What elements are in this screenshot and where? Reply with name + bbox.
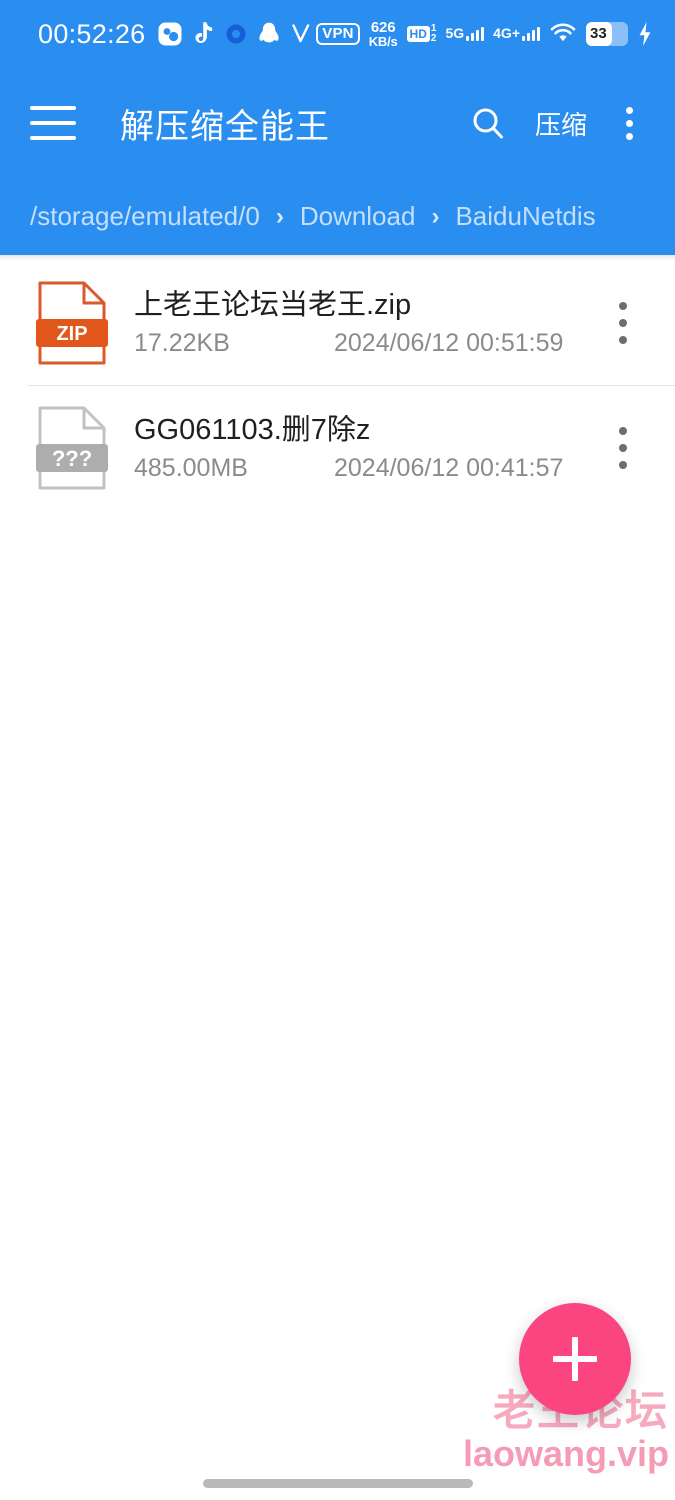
file-size: 17.22KB bbox=[134, 329, 230, 358]
network-speed-indicator: 626 KB/s bbox=[368, 18, 398, 50]
sim1-signal-indicator: 5G bbox=[445, 25, 485, 42]
file-date: 2024/06/12 00:41:57 bbox=[334, 454, 564, 483]
blue-dot-icon bbox=[226, 24, 245, 44]
file-info: 上老王论坛当老王.zip 17.22KB 2024/06/12 00:51:59 bbox=[134, 290, 595, 357]
page-title: 解压缩全能王 bbox=[120, 107, 330, 146]
hamburger-menu-icon[interactable] bbox=[30, 106, 76, 140]
lightning-bolt-icon bbox=[639, 21, 651, 46]
add-button[interactable] bbox=[519, 1303, 631, 1415]
file-meta: 17.22KB 2024/06/12 00:51:59 bbox=[134, 329, 595, 358]
breadcrumb-item-root[interactable]: /storage/emulated/0 bbox=[30, 201, 260, 232]
hd-denominator: 2 bbox=[430, 32, 437, 44]
file-meta: 485.00MB 2024/06/12 00:41:57 bbox=[134, 454, 595, 483]
sim2-signal-bars bbox=[522, 27, 540, 42]
app-screen: 00:52:26 VPN 626 KB/s HD 1 2 5G 4G+ 33 解… bbox=[0, 0, 675, 1500]
status-bar-left: 00:52:26 bbox=[38, 18, 311, 49]
table-row[interactable]: ??? GG061103.删7除z 485.00MB 2024/06/12 00… bbox=[0, 386, 675, 510]
network-speed-unit: KB/s bbox=[368, 34, 398, 50]
zip-file-icon: ZIP bbox=[36, 281, 108, 365]
svg-text:???: ??? bbox=[52, 446, 92, 471]
file-info: GG061103.删7除z 485.00MB 2024/06/12 00:41:… bbox=[134, 415, 595, 482]
table-row[interactable]: ZIP 上老王论坛当老王.zip 17.22KB 2024/06/12 00:5… bbox=[0, 261, 675, 385]
breadcrumb-item-download[interactable]: Download bbox=[300, 201, 416, 232]
row-overflow-icon[interactable] bbox=[595, 281, 651, 365]
breadcrumb-separator: › bbox=[431, 202, 440, 230]
battery-indicator: 33 bbox=[586, 21, 628, 46]
qq-penguin-icon bbox=[258, 22, 279, 43]
search-icon bbox=[473, 108, 503, 139]
compress-button[interactable]: 压缩 bbox=[519, 88, 603, 158]
sim1-signal-bars bbox=[466, 27, 485, 42]
tiktok-icon bbox=[194, 22, 212, 44]
sim2-signal-indicator: 4G+ bbox=[493, 25, 540, 42]
status-bar: 00:52:26 VPN 626 KB/s HD 1 2 5G 4G+ 33 bbox=[0, 0, 675, 68]
file-size: 485.00MB bbox=[134, 454, 248, 483]
photo-gallery-icon bbox=[158, 22, 181, 46]
file-name: GG061103.删7除z bbox=[134, 414, 371, 446]
row-overflow-icon[interactable] bbox=[595, 406, 651, 490]
breadcrumb-separator: › bbox=[275, 202, 284, 230]
unknown-file-icon: ??? bbox=[36, 406, 108, 490]
file-name: 上老王论坛当老王.zip bbox=[134, 289, 412, 321]
app-bar: 解压缩全能王 压缩 bbox=[0, 68, 675, 178]
wifi-icon bbox=[550, 23, 576, 42]
app-bar-actions: 压缩 bbox=[457, 88, 655, 158]
hd-voice-icon: HD 1 2 bbox=[406, 23, 437, 44]
battery-percent: 33 bbox=[590, 25, 607, 43]
file-list: ZIP 上老王论坛当老王.zip 17.22KB 2024/06/12 00:5… bbox=[0, 261, 675, 510]
hd-label: HD bbox=[406, 25, 430, 42]
svg-text:ZIP: ZIP bbox=[56, 323, 87, 345]
status-bar-clock: 00:52:26 bbox=[38, 18, 146, 49]
search-button[interactable] bbox=[457, 88, 519, 158]
hd-sim-indicator: 1 2 bbox=[430, 23, 437, 44]
sim1-network-label: 5G bbox=[445, 25, 465, 42]
v-check-icon bbox=[291, 24, 309, 43]
watermark-line2: laowang.vip bbox=[462, 1433, 669, 1474]
status-bar-right: VPN 626 KB/s HD 1 2 5G 4G+ 33 bbox=[316, 18, 653, 50]
breadcrumb: /storage/emulated/0 › Download › BaiduNe… bbox=[0, 178, 675, 255]
breadcrumb-item-baidunetdisk[interactable]: BaiduNetdis bbox=[455, 201, 595, 232]
vpn-badge: VPN bbox=[316, 22, 360, 45]
network-speed-value: 626 bbox=[370, 18, 396, 36]
gesture-home-bar[interactable] bbox=[202, 1479, 473, 1488]
overflow-menu-icon[interactable] bbox=[603, 88, 655, 158]
sim2-network-label: 4G+ bbox=[493, 25, 520, 42]
file-date: 2024/06/12 00:51:59 bbox=[334, 329, 564, 358]
